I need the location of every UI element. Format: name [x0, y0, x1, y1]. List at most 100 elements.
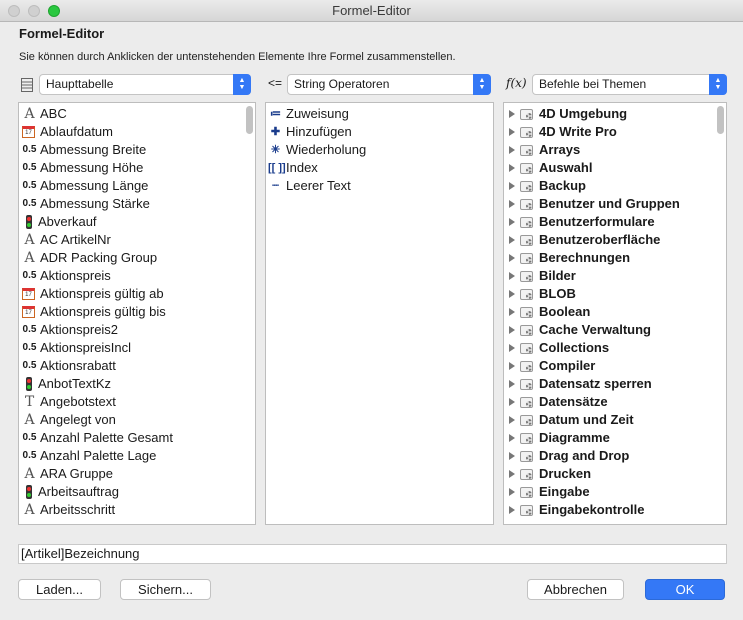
disclosure-triangle-icon[interactable]: [509, 182, 515, 190]
disclosure-triangle-icon[interactable]: [509, 362, 515, 370]
field-item[interactable]: 0.5 Abmessung Höhe: [19, 159, 255, 177]
themes-scrollbar[interactable]: [717, 106, 724, 134]
operators-list[interactable]: ≔ Zuweisung ✚ Hinzufügen ✳ Wiederholung[[ ]] I…: [265, 102, 494, 525]
theme-item-label: Datensatz sperren: [539, 376, 652, 391]
calendar-icon: 17: [22, 306, 35, 318]
field-item[interactable]: 17 Aktionspreis gültig bis: [19, 303, 255, 321]
disclosure-triangle-icon[interactable]: [509, 290, 515, 298]
field-item[interactable]: A AC ArtikelNr: [19, 231, 255, 249]
field-item[interactable]: 0.5 Anzahl Palette Lage: [19, 447, 255, 465]
field-item[interactable]: A Angelegt von: [19, 411, 255, 429]
gear-icon: [520, 342, 534, 355]
theme-item[interactable]: Benutzer und Gruppen: [504, 195, 726, 213]
disclosure-triangle-icon[interactable]: [509, 146, 515, 154]
theme-item[interactable]: Cache Verwaltung: [504, 321, 726, 339]
disclosure-triangle-icon[interactable]: [509, 380, 515, 388]
field-item[interactable]: 0.5 Aktionspreis2: [19, 321, 255, 339]
disclosure-triangle-icon[interactable]: [509, 128, 515, 136]
field-item[interactable]: 0.5 Anzahl Palette Gesamt: [19, 429, 255, 447]
disclosure-triangle-icon[interactable]: [509, 200, 515, 208]
theme-item[interactable]: Drag and Drop: [504, 447, 726, 465]
save-button[interactable]: Sichern...: [120, 579, 211, 600]
theme-item[interactable]: Arrays: [504, 141, 726, 159]
disclosure-triangle-icon[interactable]: [509, 488, 515, 496]
theme-item[interactable]: Compiler: [504, 357, 726, 375]
field-item[interactable]: 0.5 Aktionspreis: [19, 267, 255, 285]
field-item[interactable]: 17 Aktionspreis gültig ab: [19, 285, 255, 303]
field-item[interactable]: 17 Ablaufdatum: [19, 123, 255, 141]
theme-item[interactable]: Benutzeroberfläche: [504, 231, 726, 249]
ok-button[interactable]: OK: [645, 579, 725, 600]
operator-item[interactable]: [[ ]] Index: [266, 159, 493, 177]
theme-item[interactable]: 4D Write Pro: [504, 123, 726, 141]
theme-item[interactable]: Benutzerformulare: [504, 213, 726, 231]
field-item-label: Abverkauf: [38, 214, 97, 229]
operator-item[interactable]: ✚ Hinzufügen: [266, 123, 493, 141]
theme-item[interactable]: Drucken: [504, 465, 726, 483]
theme-item-label: Backup: [539, 178, 586, 193]
field-item[interactable]: 0.5 Aktionsrabatt: [19, 357, 255, 375]
updown-arrows-icon: ▲ ▼: [473, 74, 491, 95]
operators-select[interactable]: String Operatoren ▲ ▼: [287, 74, 491, 95]
theme-item[interactable]: Eingabekontrolle: [504, 501, 726, 519]
field-item[interactable]: A ABC: [19, 105, 255, 123]
fields-scrollbar[interactable]: [246, 106, 253, 134]
commands-select[interactable]: Befehle bei Themen ▲ ▼: [532, 74, 727, 95]
theme-item[interactable]: Auswahl: [504, 159, 726, 177]
alpha-icon: A: [24, 232, 35, 248]
disclosure-triangle-icon[interactable]: [509, 308, 515, 316]
field-item[interactable]: T Angebotstext: [19, 393, 255, 411]
field-item[interactable]: 0.5 AktionspreisIncl: [19, 339, 255, 357]
field-item[interactable]: 0.5 Abmessung Breite: [19, 141, 255, 159]
disclosure-triangle-icon[interactable]: [509, 272, 515, 280]
field-item[interactable]: A Arbeitsschritt: [19, 501, 255, 519]
disclosure-triangle-icon[interactable]: [509, 110, 515, 118]
disclosure-triangle-icon[interactable]: [509, 326, 515, 334]
disclosure-triangle-icon[interactable]: [509, 236, 515, 244]
load-button[interactable]: Laden...: [18, 579, 101, 600]
field-item[interactable]: 0.5 Abmessung Länge: [19, 177, 255, 195]
gear-icon: [520, 468, 534, 481]
theme-item[interactable]: Bilder: [504, 267, 726, 285]
theme-item[interactable]: Eingabe: [504, 483, 726, 501]
theme-item[interactable]: Boolean: [504, 303, 726, 321]
gear-icon: [520, 288, 534, 301]
fields-list[interactable]: A ABC 17 Ablaufdatum 0.5 Abmessung Breite 0.5 A…: [18, 102, 256, 525]
theme-item[interactable]: Collections: [504, 339, 726, 357]
disclosure-triangle-icon[interactable]: [509, 506, 515, 514]
theme-item[interactable]: Datensätze: [504, 393, 726, 411]
field-item[interactable]: Abverkauf: [19, 213, 255, 231]
field-item[interactable]: AnbotTextKz: [19, 375, 255, 393]
disclosure-triangle-icon[interactable]: [509, 254, 515, 262]
disclosure-triangle-icon[interactable]: [509, 218, 515, 226]
theme-item[interactable]: Backup: [504, 177, 726, 195]
theme-item[interactable]: Datum und Zeit: [504, 411, 726, 429]
disclosure-triangle-icon[interactable]: [509, 416, 515, 424]
disclosure-triangle-icon[interactable]: [509, 164, 515, 172]
theme-item[interactable]: Datensatz sperren: [504, 375, 726, 393]
operator-item[interactable]: ┈ Leerer Text: [266, 177, 493, 195]
theme-item[interactable]: Berechnungen: [504, 249, 726, 267]
theme-item-label: Eingabe: [539, 484, 590, 499]
theme-item[interactable]: 4D Umgebung: [504, 105, 726, 123]
disclosure-triangle-icon[interactable]: [509, 470, 515, 478]
field-item[interactable]: A ADR Packing Group: [19, 249, 255, 267]
field-item[interactable]: A ARA Gruppe: [19, 465, 255, 483]
disclosure-triangle-icon[interactable]: [509, 434, 515, 442]
theme-item-label: Datum und Zeit: [539, 412, 634, 427]
operator-item[interactable]: ≔ Zuweisung: [266, 105, 493, 123]
alpha-icon: A: [24, 502, 35, 518]
cancel-button[interactable]: Abbrechen: [527, 579, 624, 600]
field-item-label: Arbeitsschritt: [40, 502, 116, 517]
disclosure-triangle-icon[interactable]: [509, 344, 515, 352]
table-select[interactable]: Haupttabelle ▲ ▼: [39, 74, 251, 95]
disclosure-triangle-icon[interactable]: [509, 452, 515, 460]
theme-item[interactable]: Diagramme: [504, 429, 726, 447]
field-item[interactable]: Arbeitsauftrag: [19, 483, 255, 501]
themes-list[interactable]: 4D Umgebung 4D Write Pro Arrays Auswahl Back…: [503, 102, 727, 525]
operator-item[interactable]: ✳ Wiederholung: [266, 141, 493, 159]
disclosure-triangle-icon[interactable]: [509, 398, 515, 406]
formula-input[interactable]: [Artikel]Bezeichnung: [18, 544, 727, 564]
field-item[interactable]: 0.5 Abmessung Stärke: [19, 195, 255, 213]
theme-item[interactable]: BLOB: [504, 285, 726, 303]
